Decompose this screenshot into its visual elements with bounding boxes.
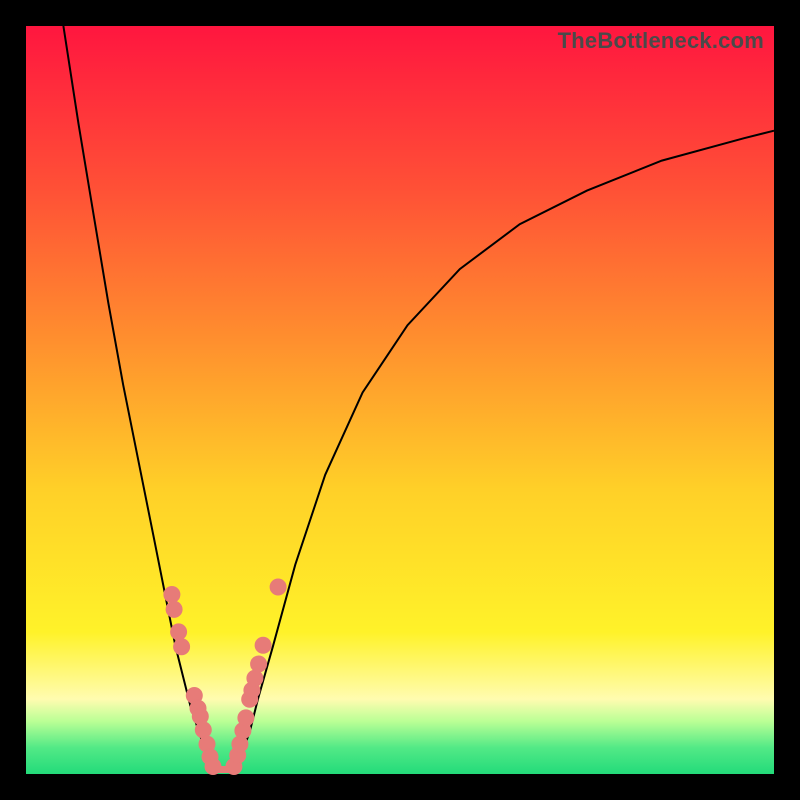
data-point xyxy=(251,656,267,672)
data-point xyxy=(171,624,187,640)
data-point xyxy=(174,639,190,655)
data-point xyxy=(205,759,221,775)
data-point xyxy=(166,601,182,617)
chart-frame: TheBottleneck.com xyxy=(0,0,800,800)
data-point xyxy=(238,710,254,726)
data-point xyxy=(255,637,271,653)
right-branch-curve xyxy=(237,131,774,771)
data-point xyxy=(195,722,211,738)
data-point xyxy=(270,579,286,595)
data-point xyxy=(164,587,180,603)
chart-svg xyxy=(26,26,774,774)
plot-area: TheBottleneck.com xyxy=(26,26,774,774)
data-point xyxy=(247,670,263,686)
left-branch-curve xyxy=(63,26,211,770)
